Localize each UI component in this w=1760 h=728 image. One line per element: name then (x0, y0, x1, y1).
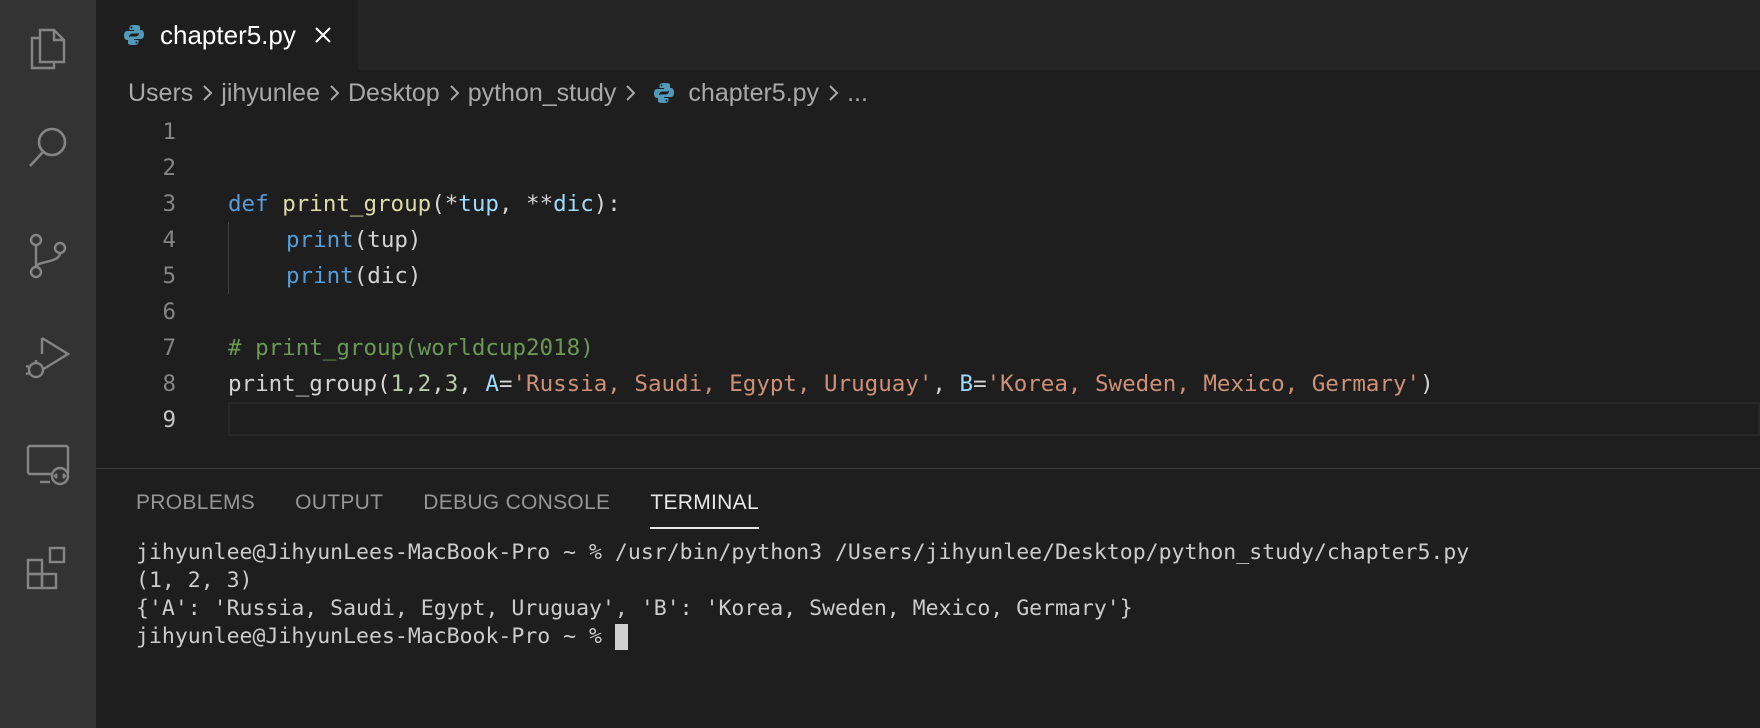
code-line: 6 (96, 294, 1760, 330)
line-number: 2 (162, 155, 176, 181)
string: 'Korea, Sweden, Mexico, Germary' (986, 371, 1421, 397)
keyword-arg: A (485, 371, 499, 397)
explorer-icon[interactable] (20, 20, 76, 76)
tab-problems[interactable]: PROBLEMS (136, 491, 255, 529)
code-line: 1 (96, 114, 1760, 150)
tab-debug-console[interactable]: DEBUG CONSOLE (423, 491, 610, 529)
line-number: 5 (162, 263, 176, 289)
tab-chapter5[interactable]: chapter5.py (96, 0, 358, 70)
tab-output[interactable]: OUTPUT (295, 491, 383, 529)
code-comment: # print_group(worldcup2018) (228, 335, 594, 361)
panel-tabs: PROBLEMS OUTPUT DEBUG CONSOLE TERMINAL (136, 491, 799, 529)
activity-bar (0, 0, 96, 728)
run-debug-icon[interactable] (20, 330, 76, 386)
builtin-print: print (286, 263, 354, 289)
line-number: 3 (162, 191, 176, 217)
breadcrumb-file-label: chapter5.py (688, 78, 820, 107)
keyword-arg: B (959, 371, 974, 397)
parameter: tup (458, 191, 499, 217)
breadcrumb-item[interactable]: jihyunlee (221, 79, 320, 108)
breadcrumb-item[interactable]: python_study (468, 79, 617, 108)
breadcrumb: Users jihyunlee Desktop python_study cha… (128, 74, 868, 112)
chevron-right-icon (624, 84, 636, 102)
breadcrumb-file[interactable]: chapter5.py (652, 79, 819, 108)
terminal-cursor (614, 624, 628, 650)
chevron-right-icon (328, 84, 340, 102)
code-line: 7 # print_group(worldcup2018) (96, 330, 1760, 366)
function-call: print_group (228, 371, 378, 397)
punct: , (932, 371, 960, 397)
keyword-def: def (228, 191, 269, 217)
line-number: 9 (162, 407, 176, 433)
args: (dic) (353, 263, 422, 289)
terminal-line: (1, 2, 3) (136, 568, 253, 593)
chevron-right-icon (448, 84, 460, 102)
chevron-right-icon (201, 84, 213, 102)
python-file-icon (652, 81, 688, 105)
punct: , (404, 371, 418, 397)
search-icon[interactable] (20, 120, 76, 176)
terminal-line: jihyunlee@JihyunLees-MacBook-Pro ~ % /us… (136, 540, 1470, 565)
bottom-panel: PROBLEMS OUTPUT DEBUG CONSOLE TERMINAL j… (96, 468, 1760, 728)
breadcrumb-more[interactable]: ... (847, 79, 868, 108)
punct: (* (431, 191, 459, 217)
chevron-right-icon (827, 84, 839, 102)
line-number: 7 (162, 335, 176, 361)
punct: ): (593, 191, 621, 217)
line-number: 8 (162, 371, 176, 397)
code-text: def print_group(*tup, **dic): (228, 191, 621, 217)
remote-explorer-icon[interactable] (20, 436, 76, 492)
terminal-prompt-line: jihyunlee@JihyunLees-MacBook-Pro ~ % (136, 623, 1469, 651)
function-name: print_group (282, 191, 432, 217)
tab-terminal[interactable]: TERMINAL (650, 491, 759, 529)
punct: ) (1420, 371, 1434, 397)
punct: , ** (498, 191, 554, 217)
number: 2 (417, 371, 432, 397)
punct: , (431, 371, 445, 397)
code-line: 4 print(tup) (96, 222, 1760, 258)
terminal-prompt: jihyunlee@JihyunLees-MacBook-Pro ~ % (136, 624, 615, 649)
tab-label: chapter5.py (160, 19, 296, 50)
punct: = (973, 371, 987, 397)
extensions-icon[interactable] (20, 540, 76, 596)
code-line: 8 print_group(1,2,3, A='Russia, Saudi, E… (96, 366, 1760, 402)
breadcrumb-item[interactable]: Users (128, 79, 193, 108)
close-icon[interactable] (310, 22, 336, 48)
source-control-icon[interactable] (20, 228, 76, 284)
code-text: print(dic) (286, 263, 421, 289)
number: 1 (390, 371, 405, 397)
args: (tup) (353, 227, 422, 253)
parameter: dic (553, 191, 594, 217)
number: 3 (444, 371, 459, 397)
punct: = (498, 371, 513, 397)
punct: ( (377, 371, 391, 397)
breadcrumb-item[interactable]: Desktop (348, 79, 440, 108)
terminal[interactable]: jihyunlee@JihyunLees-MacBook-Pro ~ % /us… (136, 539, 1469, 651)
current-line-highlight (228, 402, 1760, 436)
terminal-line: {'A': 'Russia, Saudi, Egypt, Uruguay', '… (136, 596, 1133, 621)
code-text: print(tup) (286, 227, 421, 253)
code-line: 2 (96, 150, 1760, 186)
python-file-icon (96, 23, 146, 47)
string: 'Russia, Saudi, Egypt, Uruguay' (512, 371, 933, 397)
editor-tab-bar: chapter5.py (96, 0, 1760, 70)
code-line: 5 print(dic) (96, 258, 1760, 294)
line-number: 6 (162, 299, 176, 325)
indent-guide (228, 222, 229, 294)
code-text: print_group(1,2,3, A='Russia, Saudi, Egy… (228, 371, 1434, 397)
line-number: 4 (162, 227, 176, 253)
line-number: 1 (162, 119, 176, 145)
builtin-print: print (286, 227, 354, 253)
vscode-window: chapter5.py Users jihyunlee Desktop pyth… (0, 0, 1760, 728)
code-line: 3 def print_group(*tup, **dic): (96, 186, 1760, 222)
punct: , (458, 371, 486, 397)
